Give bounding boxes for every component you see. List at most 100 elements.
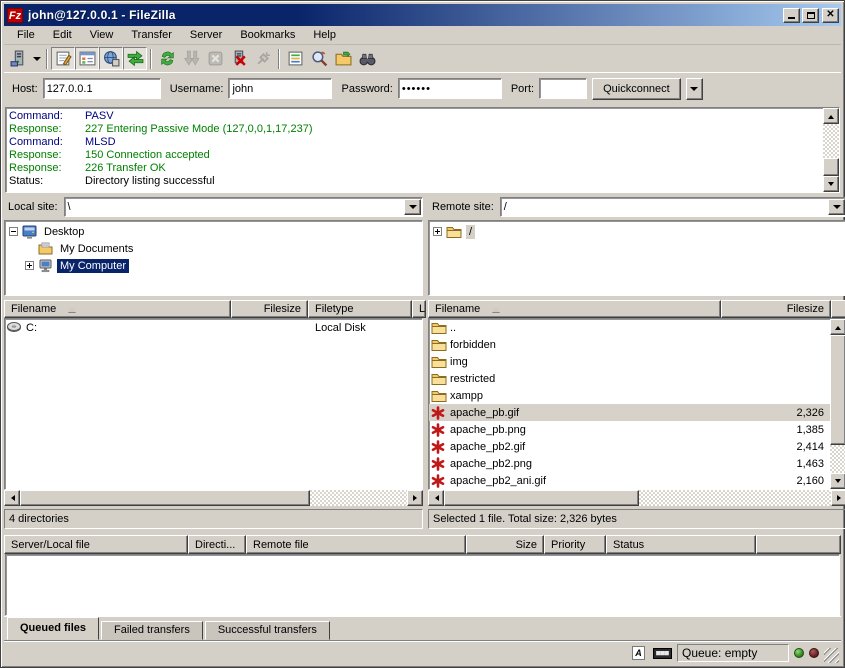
tree-item-my-documents[interactable]: My Documents xyxy=(7,240,422,257)
file-row-xampp[interactable]: xampp xyxy=(429,387,830,404)
file-row-apache-pb-gif[interactable]: apache_pb.gif 2,326 xyxy=(429,404,830,421)
column-header-size[interactable]: Size xyxy=(466,535,544,554)
column-header-server-local-file[interactable]: Server/Local file xyxy=(4,535,188,554)
quickconnect-button[interactable]: Quickconnect xyxy=(592,78,681,100)
local-site-dropdown-button[interactable] xyxy=(404,199,421,215)
tree-item-desktop[interactable]: Desktop xyxy=(7,223,422,240)
transfer-type-indicator[interactable]: A xyxy=(629,644,648,662)
sort-ascending-icon xyxy=(68,302,76,312)
file-row-c-drive[interactable]: C: Local Disk xyxy=(5,319,422,336)
resize-grip[interactable] xyxy=(824,648,839,663)
file-search-button[interactable] xyxy=(307,47,331,70)
port-input[interactable] xyxy=(539,78,587,99)
cancel-button[interactable] xyxy=(203,47,227,70)
quickconnect-dropdown[interactable] xyxy=(686,78,703,100)
scroll-track[interactable] xyxy=(823,124,839,158)
expand-expander-icon[interactable] xyxy=(25,261,34,270)
scroll-thumb[interactable] xyxy=(20,490,310,506)
maximize-button[interactable] xyxy=(802,8,819,23)
tab-queued-files[interactable]: Queued files xyxy=(7,617,99,640)
host-input[interactable] xyxy=(43,78,161,99)
local-horizontal-scrollbar[interactable] xyxy=(4,490,423,506)
scroll-left-button[interactable] xyxy=(428,490,444,506)
column-header-filesize[interactable]: Filesize xyxy=(231,300,308,318)
disconnect-button[interactable] xyxy=(227,47,251,70)
file-row-apache-pb2-gif[interactable]: apache_pb2.gif 2,414 xyxy=(429,438,830,455)
process-queue-button[interactable] xyxy=(179,47,203,70)
filter-button[interactable] xyxy=(283,47,307,70)
menu-view[interactable]: View xyxy=(81,27,123,43)
remote-tree-icon xyxy=(103,50,120,67)
site-manager-dropdown[interactable] xyxy=(30,47,43,70)
column-header-priority[interactable]: Priority xyxy=(544,535,606,554)
file-row-restricted[interactable]: restricted xyxy=(429,370,830,387)
scroll-track[interactable] xyxy=(310,490,407,506)
scroll-up-button[interactable] xyxy=(830,319,845,335)
encryption-indicator[interactable]: ■■■ xyxy=(653,644,672,662)
username-input[interactable] xyxy=(228,78,332,99)
toggle-log-button[interactable] xyxy=(51,47,75,70)
disconnect-icon xyxy=(231,50,248,67)
scroll-down-button[interactable] xyxy=(830,473,845,489)
file-row-apache-pb-png[interactable]: apache_pb.png 1,385 xyxy=(429,421,830,438)
scroll-thumb[interactable] xyxy=(444,490,639,506)
column-header-filesize[interactable]: Filesize xyxy=(721,300,831,318)
scroll-up-button[interactable] xyxy=(823,108,839,124)
column-header-status[interactable]: Status xyxy=(606,535,756,554)
menu-server[interactable]: Server xyxy=(181,27,231,43)
directory-comparison-button[interactable] xyxy=(355,47,379,70)
toggle-queue-button[interactable] xyxy=(123,47,147,70)
local-site-combobox[interactable]: \ xyxy=(64,197,423,217)
tab-failed-transfers[interactable]: Failed transfers xyxy=(101,621,203,640)
column-header-filetype[interactable]: Filetype xyxy=(308,300,412,318)
tree-item-root[interactable]: / xyxy=(431,223,845,240)
folder-icon xyxy=(431,389,447,402)
column-header-direction[interactable]: Directi... xyxy=(188,535,246,554)
scroll-right-button[interactable] xyxy=(831,490,845,506)
toggle-remote-tree-button[interactable] xyxy=(99,47,123,70)
file-row-forbidden[interactable]: forbidden xyxy=(429,336,830,353)
scroll-track[interactable] xyxy=(639,490,831,506)
scroll-thumb[interactable] xyxy=(830,335,845,445)
password-input[interactable] xyxy=(398,78,502,99)
scroll-right-button[interactable] xyxy=(407,490,423,506)
menu-file[interactable]: File xyxy=(8,27,44,43)
file-row-apache-pb2-png[interactable]: apache_pb2.png 1,463 xyxy=(429,455,830,472)
column-header-remote-file[interactable]: Remote file xyxy=(246,535,466,554)
menu-edit[interactable]: Edit xyxy=(44,27,81,43)
filezilla-app-icon[interactable]: Fz xyxy=(7,8,23,23)
toggle-local-tree-button[interactable] xyxy=(75,47,99,70)
remote-site-combobox[interactable]: / xyxy=(500,197,845,217)
log-scrollbar[interactable] xyxy=(823,108,839,192)
scroll-track[interactable] xyxy=(830,445,845,473)
file-row-img[interactable]: img xyxy=(429,353,830,370)
menu-bookmarks[interactable]: Bookmarks xyxy=(231,27,304,43)
scroll-thumb[interactable] xyxy=(823,158,839,176)
refresh-button[interactable] xyxy=(155,47,179,70)
menu-transfer[interactable]: Transfer xyxy=(122,27,181,43)
collapse-expander-icon[interactable] xyxy=(9,227,18,236)
column-header-filename[interactable]: Filename xyxy=(428,300,721,318)
log-line-text: MLSD xyxy=(85,136,116,149)
column-header-filename[interactable]: Filename xyxy=(4,300,231,318)
synchronized-browsing-button[interactable] xyxy=(331,47,355,70)
scroll-down-button[interactable] xyxy=(823,176,839,192)
file-row-apache-pb2-ani-gif[interactable]: apache_pb2_ani.gif 2,160 xyxy=(429,472,830,489)
reconnect-button[interactable] xyxy=(251,47,275,70)
file-row-parent-dir[interactable]: .. xyxy=(429,319,830,336)
remote-file-rows: .. forbidden img restricted xyxy=(429,319,830,489)
minimize-button[interactable] xyxy=(783,8,800,23)
tab-successful-transfers[interactable]: Successful transfers xyxy=(205,621,330,640)
remote-status-bar: Selected 1 file. Total size: 2,326 bytes xyxy=(428,509,845,529)
remote-vertical-scrollbar[interactable] xyxy=(830,319,845,489)
column-label: Filetype xyxy=(315,303,354,315)
remote-site-dropdown-button[interactable] xyxy=(828,199,845,215)
scroll-left-button[interactable] xyxy=(4,490,20,506)
queue-list[interactable] xyxy=(5,554,840,616)
close-button[interactable]: ✕ xyxy=(822,8,839,23)
remote-horizontal-scrollbar[interactable] xyxy=(428,490,845,506)
menu-help[interactable]: Help xyxy=(304,27,345,43)
site-manager-button[interactable] xyxy=(6,47,30,70)
expand-expander-icon[interactable] xyxy=(433,227,442,236)
tree-item-my-computer[interactable]: My Computer xyxy=(7,257,422,274)
